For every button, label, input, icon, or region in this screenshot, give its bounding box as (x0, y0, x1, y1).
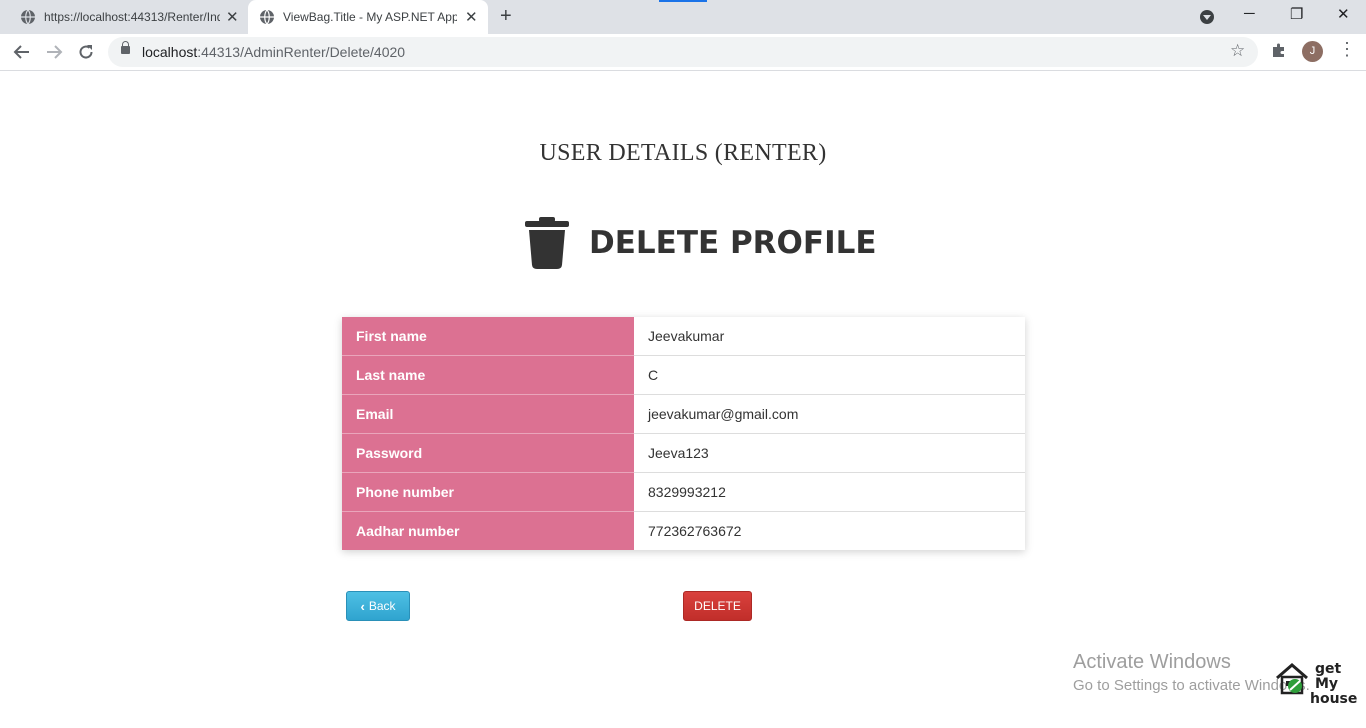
kebab-menu-icon[interactable]: ⋮ (1338, 39, 1356, 60)
lock-icon[interactable] (121, 41, 130, 54)
tab-title: ViewBag.Title - My ASP.NET Application (283, 10, 457, 24)
tab-strip: https://localhost:44313/Renter/Index ✕ V… (0, 0, 1366, 34)
restore-button[interactable]: ❐ (1290, 5, 1303, 23)
url-text[interactable]: localhost:44313/AdminRenter/Delete/4020 (142, 44, 405, 60)
table-row: Last name C (342, 355, 1025, 395)
table-row: Email jeevakumar@gmail.com (342, 394, 1025, 434)
window-close-button[interactable]: ✕ (1337, 5, 1350, 23)
tab-title: https://localhost:44313/Renter/Index (44, 10, 220, 24)
trash-icon (525, 217, 569, 269)
close-tab-icon[interactable]: ✕ (465, 8, 478, 26)
table-row: Phone number 8329993212 (342, 472, 1025, 512)
email-label: Email (342, 394, 634, 434)
first-name-label: First name (342, 317, 634, 356)
last-name-label: Last name (342, 355, 634, 395)
first-name-value: Jeevakumar (634, 317, 1025, 356)
last-name-value: C (634, 355, 1025, 395)
password-value: Jeeva123 (634, 433, 1025, 473)
address-bar[interactable]: localhost:44313/AdminRenter/Delete/4020 … (108, 37, 1258, 67)
aadhar-number-value: 772362763672 (634, 511, 1025, 550)
back-button-label: Back (368, 599, 396, 613)
phone-number-value: 8329993212 (634, 472, 1025, 512)
back-arrow-icon[interactable] (13, 43, 31, 61)
bookmark-star-icon[interactable]: ☆ (1230, 41, 1245, 61)
minimize-button[interactable]: ─ (1244, 5, 1255, 22)
table-row: First name Jeevakumar (342, 317, 1025, 356)
table-row: Password Jeeva123 (342, 433, 1025, 473)
user-details-table: First name Jeevakumar Last name C Email … (342, 317, 1025, 550)
logo-text: get My house (1310, 661, 1358, 707)
browser-toolbar: localhost:44313/AdminRenter/Delete/4020 … (0, 34, 1366, 71)
password-label: Password (342, 433, 634, 473)
browser-tab-active[interactable]: ViewBag.Title - My ASP.NET Application ✕ (248, 0, 488, 34)
table-row: Aadhar number 772362763672 (342, 511, 1025, 550)
delete-profile-header: DELETE PROFILE (524, 216, 877, 270)
phone-number-label: Phone number (342, 472, 634, 512)
globe-icon (260, 9, 274, 25)
browser-tab-renter-index[interactable]: https://localhost:44313/Renter/Index ✕ (0, 0, 245, 34)
new-tab-button[interactable]: + (500, 6, 512, 26)
extensions-puzzle-icon[interactable] (1271, 42, 1287, 58)
email-value: jeevakumar@gmail.com (634, 394, 1025, 434)
forward-arrow-icon[interactable] (45, 43, 63, 61)
globe-icon (21, 9, 35, 25)
profile-avatar[interactable]: J (1302, 41, 1323, 62)
loading-indicator (659, 0, 707, 2)
back-button[interactable]: ‹ Back (346, 591, 410, 621)
page-title: USER DETAILS (RENTER) (539, 140, 827, 166)
reload-icon[interactable] (77, 43, 95, 61)
delete-button[interactable]: DELETE (683, 591, 752, 621)
close-tab-icon[interactable]: ✕ (226, 8, 239, 26)
chevron-left-icon: ‹ (360, 598, 365, 614)
tab-search-icon[interactable] (1200, 10, 1214, 24)
aadhar-number-label: Aadhar number (342, 511, 634, 550)
delete-button-label: DELETE (694, 599, 741, 613)
delete-profile-title: DELETE PROFILE (589, 225, 877, 261)
